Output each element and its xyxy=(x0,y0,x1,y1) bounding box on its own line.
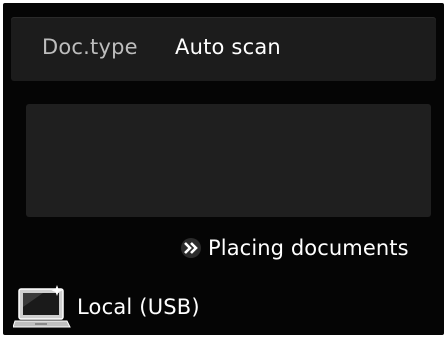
doc-type-setting[interactable]: Doc.type Auto scan xyxy=(11,17,436,81)
scan-preview-area xyxy=(26,104,431,217)
doc-type-label: Doc.type xyxy=(42,35,138,59)
placing-documents-label: Placing documents xyxy=(208,236,409,260)
computer-icon xyxy=(12,285,71,329)
destination-label: Local (USB) xyxy=(77,295,200,319)
double-chevron-right-icon xyxy=(180,237,202,259)
placing-documents-link[interactable]: Placing documents xyxy=(180,233,409,263)
scan-destination[interactable]: Local (USB) xyxy=(12,285,200,329)
doc-type-value: Auto scan xyxy=(175,35,281,59)
printer-display: Doc.type Auto scan Placing documents Loc… xyxy=(3,3,444,335)
